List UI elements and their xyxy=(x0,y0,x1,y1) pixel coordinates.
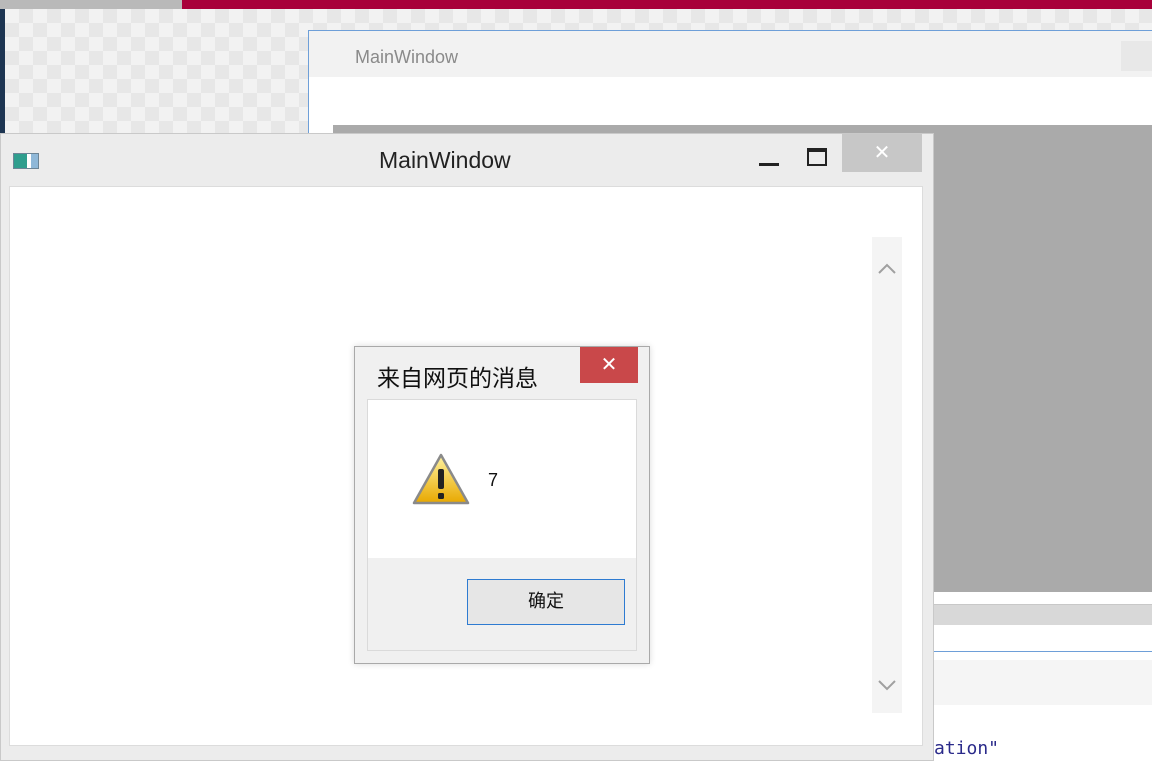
chevron-up-icon[interactable] xyxy=(877,259,897,279)
designer-preview-titlebar: MainWindow xyxy=(309,31,1152,77)
designer-preview-control xyxy=(1121,41,1152,71)
main-window-title: MainWindow xyxy=(379,147,511,173)
dialog-close-button[interactable]: ✕ xyxy=(580,347,638,383)
main-window-titlebar[interactable]: MainWindow ✕ xyxy=(1,134,933,186)
dialog-title: 来自网页的消息 xyxy=(377,366,538,392)
designer-panel xyxy=(922,660,1152,705)
message-dialog: 来自网页的消息 ✕ 7 确定 xyxy=(354,346,650,664)
ide-accent-strip xyxy=(182,0,1152,9)
dialog-message: 7 xyxy=(488,470,499,490)
minimize-button[interactable] xyxy=(756,140,784,172)
close-button[interactable]: ✕ xyxy=(842,134,922,172)
warning-icon xyxy=(412,453,470,505)
designer-preview-title: MainWindow xyxy=(355,47,459,67)
dialog-message-area: 7 xyxy=(368,400,636,558)
vertical-scrollbar[interactable] xyxy=(872,237,902,713)
code-fragment: ation" xyxy=(934,738,1000,759)
chevron-down-icon[interactable] xyxy=(877,675,897,695)
dialog-body: 7 确定 xyxy=(367,399,637,651)
close-icon: ✕ xyxy=(873,140,891,164)
ok-button[interactable]: 确定 xyxy=(467,579,625,625)
ide-top-strip xyxy=(0,0,182,9)
app-icon xyxy=(13,153,39,169)
maximize-button[interactable] xyxy=(801,140,831,172)
close-icon: ✕ xyxy=(600,352,618,376)
